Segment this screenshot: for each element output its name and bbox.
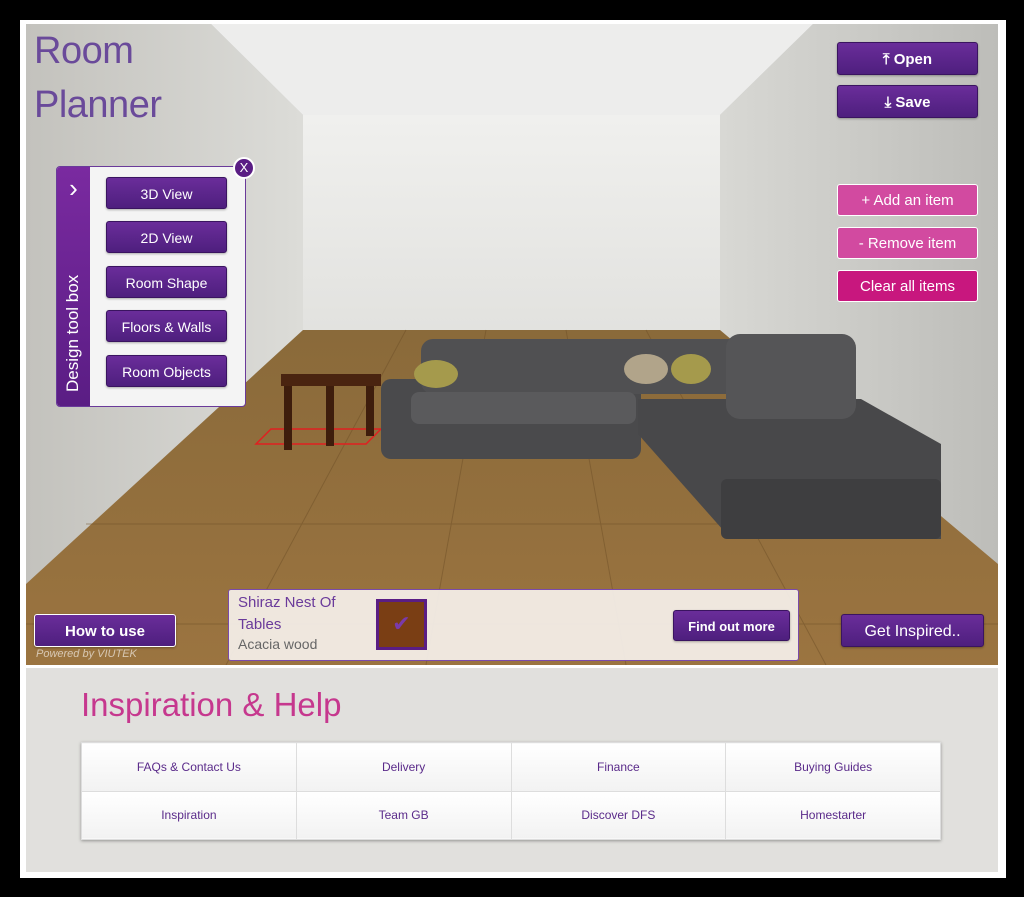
product-material: Acacia wood — [238, 636, 318, 652]
toolbox-3d-view-button[interactable]: 3D View — [106, 177, 227, 209]
add-item-button[interactable]: + Add an item — [837, 184, 978, 216]
get-inspired-button[interactable]: Get Inspired.. — [841, 614, 984, 647]
app-title-line1: Room — [34, 30, 134, 72]
selected-product-panel: Shiraz Nest Of Tables Acacia wood ✔ Find… — [228, 589, 799, 661]
help-links-grid: FAQs & Contact Us Delivery Finance Buyin… — [81, 742, 941, 840]
inspiration-help-section: Inspiration & Help FAQs & Contact Us Del… — [26, 668, 998, 872]
link-buying-guides[interactable]: Buying Guides — [725, 742, 941, 792]
app-title-line2: Planner — [34, 84, 162, 126]
room-3d-view[interactable]: Room Planner ⤒ Open ⤓ Save + Add an item… — [26, 24, 998, 665]
link-delivery[interactable]: Delivery — [295, 742, 512, 792]
close-icon[interactable]: X — [233, 157, 255, 179]
link-faqs-contact[interactable]: FAQs & Contact Us — [81, 742, 297, 792]
link-inspiration[interactable]: Inspiration — [81, 790, 297, 840]
open-button[interactable]: ⤒ Open — [837, 42, 978, 75]
clear-all-items-button[interactable]: Clear all items — [837, 270, 978, 302]
how-to-use-button[interactable]: How to use — [34, 614, 176, 647]
product-name: Shiraz Nest Of Tables — [238, 594, 336, 633]
toolbox-tab[interactable]: › Design tool box — [57, 167, 90, 406]
section-heading: Inspiration & Help — [81, 686, 342, 723]
link-finance[interactable]: Finance — [510, 742, 727, 792]
check-icon: ✔ — [392, 611, 411, 636]
link-team-gb[interactable]: Team GB — [295, 790, 512, 840]
material-swatch[interactable]: ✔ — [376, 599, 427, 650]
toolbox-2d-view-button[interactable]: 2D View — [106, 221, 227, 253]
toolbox-room-shape-button[interactable]: Room Shape — [106, 266, 227, 298]
design-toolbox: › Design tool box 3D View 2D View Room S… — [56, 157, 255, 407]
powered-by: Powered by VIUTEK — [36, 648, 137, 660]
link-discover-dfs[interactable]: Discover DFS — [510, 790, 727, 840]
toolbox-floors-walls-button[interactable]: Floors & Walls — [106, 310, 227, 342]
find-out-more-button[interactable]: Find out more — [673, 610, 790, 641]
remove-item-button[interactable]: - Remove item — [837, 227, 978, 259]
link-homestarter[interactable]: Homestarter — [725, 790, 941, 840]
save-button[interactable]: ⤓ Save — [837, 85, 978, 118]
toolbox-label: Design tool box — [63, 274, 82, 392]
chevron-right-icon[interactable]: › — [57, 173, 90, 204]
toolbox-room-objects-button[interactable]: Room Objects — [106, 355, 227, 387]
